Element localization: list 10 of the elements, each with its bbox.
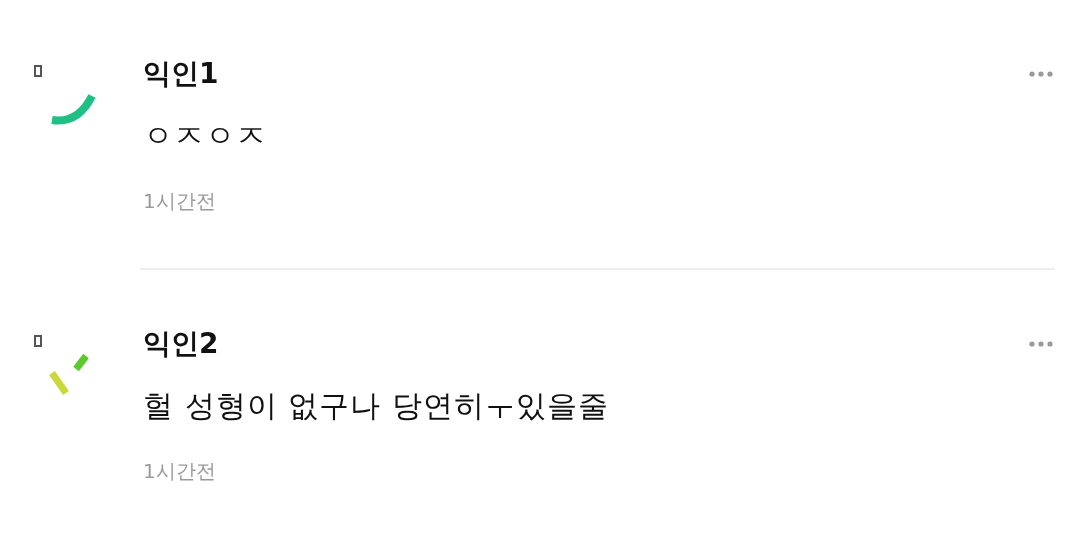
comment-text: ㅇㅈㅇㅈ: [143, 117, 268, 155]
author-name: 익인1: [143, 56, 219, 92]
comment-text: 헐 성형이 없구나 당연히ㅜ있을줄: [143, 387, 610, 425]
more-icon[interactable]: [1029, 71, 1053, 77]
comment-time: 1시간전: [143, 188, 217, 215]
author-name: 익인2: [143, 326, 219, 362]
placeholder-glyph-icon: [34, 335, 42, 347]
comment-time: 1시간전: [143, 458, 217, 485]
placeholder-glyph-icon: [34, 65, 42, 77]
more-icon[interactable]: [1029, 341, 1053, 347]
